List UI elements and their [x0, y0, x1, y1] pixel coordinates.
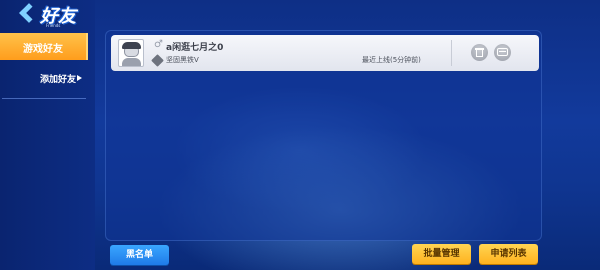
trash-bin [476, 50, 483, 57]
play-arrow-icon [77, 75, 82, 81]
trash-icon[interactable] [471, 44, 488, 61]
apply-list-button[interactable]: 申请列表 [479, 244, 538, 264]
chat-line [499, 51, 506, 52]
tab-game-friends-label: 游戏好友 [23, 44, 63, 55]
logo-subtitle: Friends [46, 23, 61, 28]
friend-name: a闲逛七月之0 [166, 43, 224, 53]
friend-card[interactable]: ♂ a闲逛七月之0 坚固黑铁Ⅴ 最近上线(5分钟前) [111, 35, 539, 71]
tab-game-friends[interactable]: 游戏好友 [0, 33, 88, 60]
chat-icon[interactable] [494, 44, 511, 61]
card-divider [451, 40, 452, 66]
avatar-body [122, 58, 141, 66]
batch-manage-button[interactable]: 批量管理 [412, 244, 471, 264]
gender-male-icon: ♂ [154, 39, 163, 50]
blacklist-button[interactable]: 黑名单 [110, 245, 169, 265]
last-online-status: 最近上线(5分钟前) [362, 56, 421, 64]
friend-rank: 坚固黑铁Ⅴ [166, 56, 199, 64]
friends-screen: 好友 Friends 游戏好友 添加好友 ♂ a闲逛七月之0 坚固黑铁Ⅴ 最近上… [0, 0, 600, 270]
tab-add-friend[interactable]: 添加好友 [0, 68, 88, 88]
back-chevron-icon[interactable] [19, 3, 39, 23]
sidebar-divider [2, 98, 86, 99]
tab-add-friend-label: 添加好友 [40, 75, 77, 85]
rank-icon [151, 54, 164, 67]
avatar[interactable] [118, 39, 144, 67]
logo[interactable]: 好友 Friends [0, 0, 95, 30]
avatar-hair [122, 42, 141, 49]
chat-box [497, 48, 508, 56]
sidebar: 好友 Friends 游戏好友 添加好友 [0, 0, 95, 270]
